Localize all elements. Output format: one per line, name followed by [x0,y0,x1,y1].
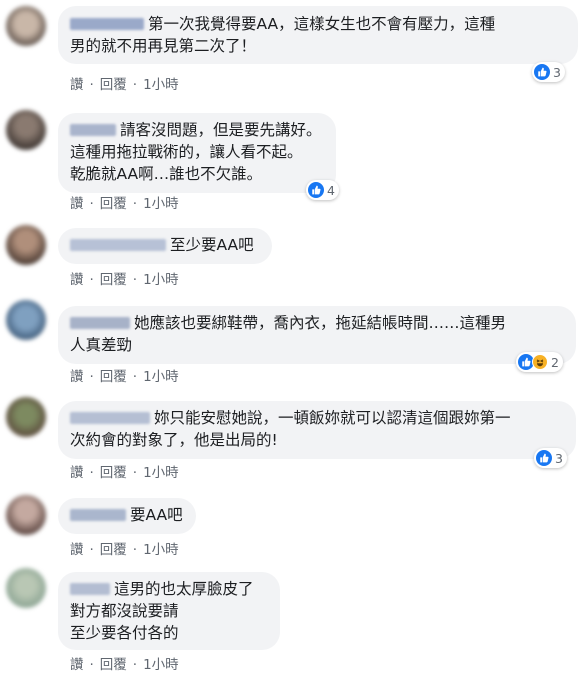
separator: · [132,465,138,481]
timestamp[interactable]: 1小時 [143,369,179,385]
like-link[interactable]: 讚 [70,196,84,212]
comment-actions: 讚 · 回覆 · 1小時 [70,538,179,558]
separator: · [132,542,138,558]
separator: · [132,272,138,288]
separator: · [89,369,94,385]
like-link[interactable]: 讚 [70,657,84,673]
commenter-name[interactable] [70,124,116,136]
avatar[interactable] [6,397,46,437]
comment-actions: 讚 · 回覆 · 1小時 [70,461,179,481]
separator: · [132,77,138,93]
like-link[interactable]: 讚 [70,542,84,558]
commenter-name[interactable] [70,583,110,595]
timestamp[interactable]: 1小時 [143,77,179,93]
comment-bubble: 至少要AA吧 [58,228,272,264]
reaction-count: 3 [555,450,563,466]
separator: · [89,657,94,673]
comment-actions: 讚 · 回覆 · 1小時 [70,73,179,93]
reaction-count: 3 [553,64,561,80]
separator: · [89,196,94,212]
reaction-count: 2 [551,354,559,370]
commenter-name[interactable] [70,412,150,424]
like-icon [536,450,552,466]
timestamp[interactable]: 1小時 [143,657,179,673]
reaction-badge[interactable]: 3 [532,62,565,82]
separator: · [132,196,138,212]
comment-actions: 讚 · 回覆 · 1小時 [70,192,179,212]
comment-actions: 讚 · 回覆 · 1小時 [70,268,179,288]
separator: · [132,369,138,385]
commenter-name[interactable] [70,317,130,329]
separator: · [89,542,94,558]
timestamp[interactable]: 1小時 [143,272,179,288]
avatar[interactable] [6,495,46,535]
commenter-name[interactable] [70,239,166,251]
comment-text: 至少要AA吧 [170,236,254,254]
separator: · [132,657,138,673]
reply-link[interactable]: 回覆 [100,465,127,481]
separator: · [89,77,94,93]
reply-link[interactable]: 回覆 [100,369,127,385]
separator: · [89,465,94,481]
avatar[interactable] [6,225,46,265]
like-link[interactable]: 讚 [70,77,84,93]
commenter-name[interactable] [70,509,126,521]
timestamp[interactable]: 1小時 [143,196,179,212]
comment-bubble: 妳只能安慰她說，一頓飯妳就可以認清這個跟妳第一 次約會的對象了，他是出局的! [58,401,576,459]
comment-bubble: 請客沒問題，但是要先講好。 這種用拖拉戰術的，讓人看不起。 乾脆就AA啊…誰也不… [58,113,336,193]
haha-icon [532,354,548,370]
like-link[interactable]: 讚 [70,465,84,481]
timestamp[interactable]: 1小時 [143,542,179,558]
reaction-count: 4 [327,182,335,198]
like-link[interactable]: 讚 [70,272,84,288]
commenter-name[interactable] [70,18,144,30]
avatar[interactable] [6,300,46,340]
reply-link[interactable]: 回覆 [100,196,127,212]
comment-bubble: 要AA吧 [58,498,196,534]
reply-link[interactable]: 回覆 [100,542,127,558]
comment-actions: 讚 · 回覆 · 1小時 [70,365,179,385]
like-icon [534,64,550,80]
reply-link[interactable]: 回覆 [100,657,127,673]
comment-bubble: 她應該也要綁鞋帶，喬內衣，拖延結帳時間……這種男 人真差勁 [58,306,576,364]
like-link[interactable]: 讚 [70,369,84,385]
comment-bubble: 第一次我覺得要AA，這樣女生也不會有壓力，這種 男的就不用再見第二次了！ [58,6,578,64]
avatar[interactable] [6,110,46,150]
separator: · [89,272,94,288]
reaction-badge[interactable]: 2 [516,352,563,372]
like-icon [308,182,324,198]
comment-actions: 讚 · 回覆 · 1小時 [70,653,179,673]
comment-text: 要AA吧 [130,506,183,524]
timestamp[interactable]: 1小時 [143,465,179,481]
avatar[interactable] [6,6,46,46]
avatar[interactable] [6,568,46,608]
comment-text: 她應該也要綁鞋帶，喬內衣，拖延結帳時間……這種男 人真差勁 [70,314,507,354]
reply-link[interactable]: 回覆 [100,77,127,93]
comment-bubble: 這男的也太厚臉皮了 對方都沒說要請 至少要各付各的 [58,572,280,650]
reply-link[interactable]: 回覆 [100,272,127,288]
reaction-badge[interactable]: 3 [534,448,567,468]
reaction-badge[interactable]: 4 [306,180,339,200]
